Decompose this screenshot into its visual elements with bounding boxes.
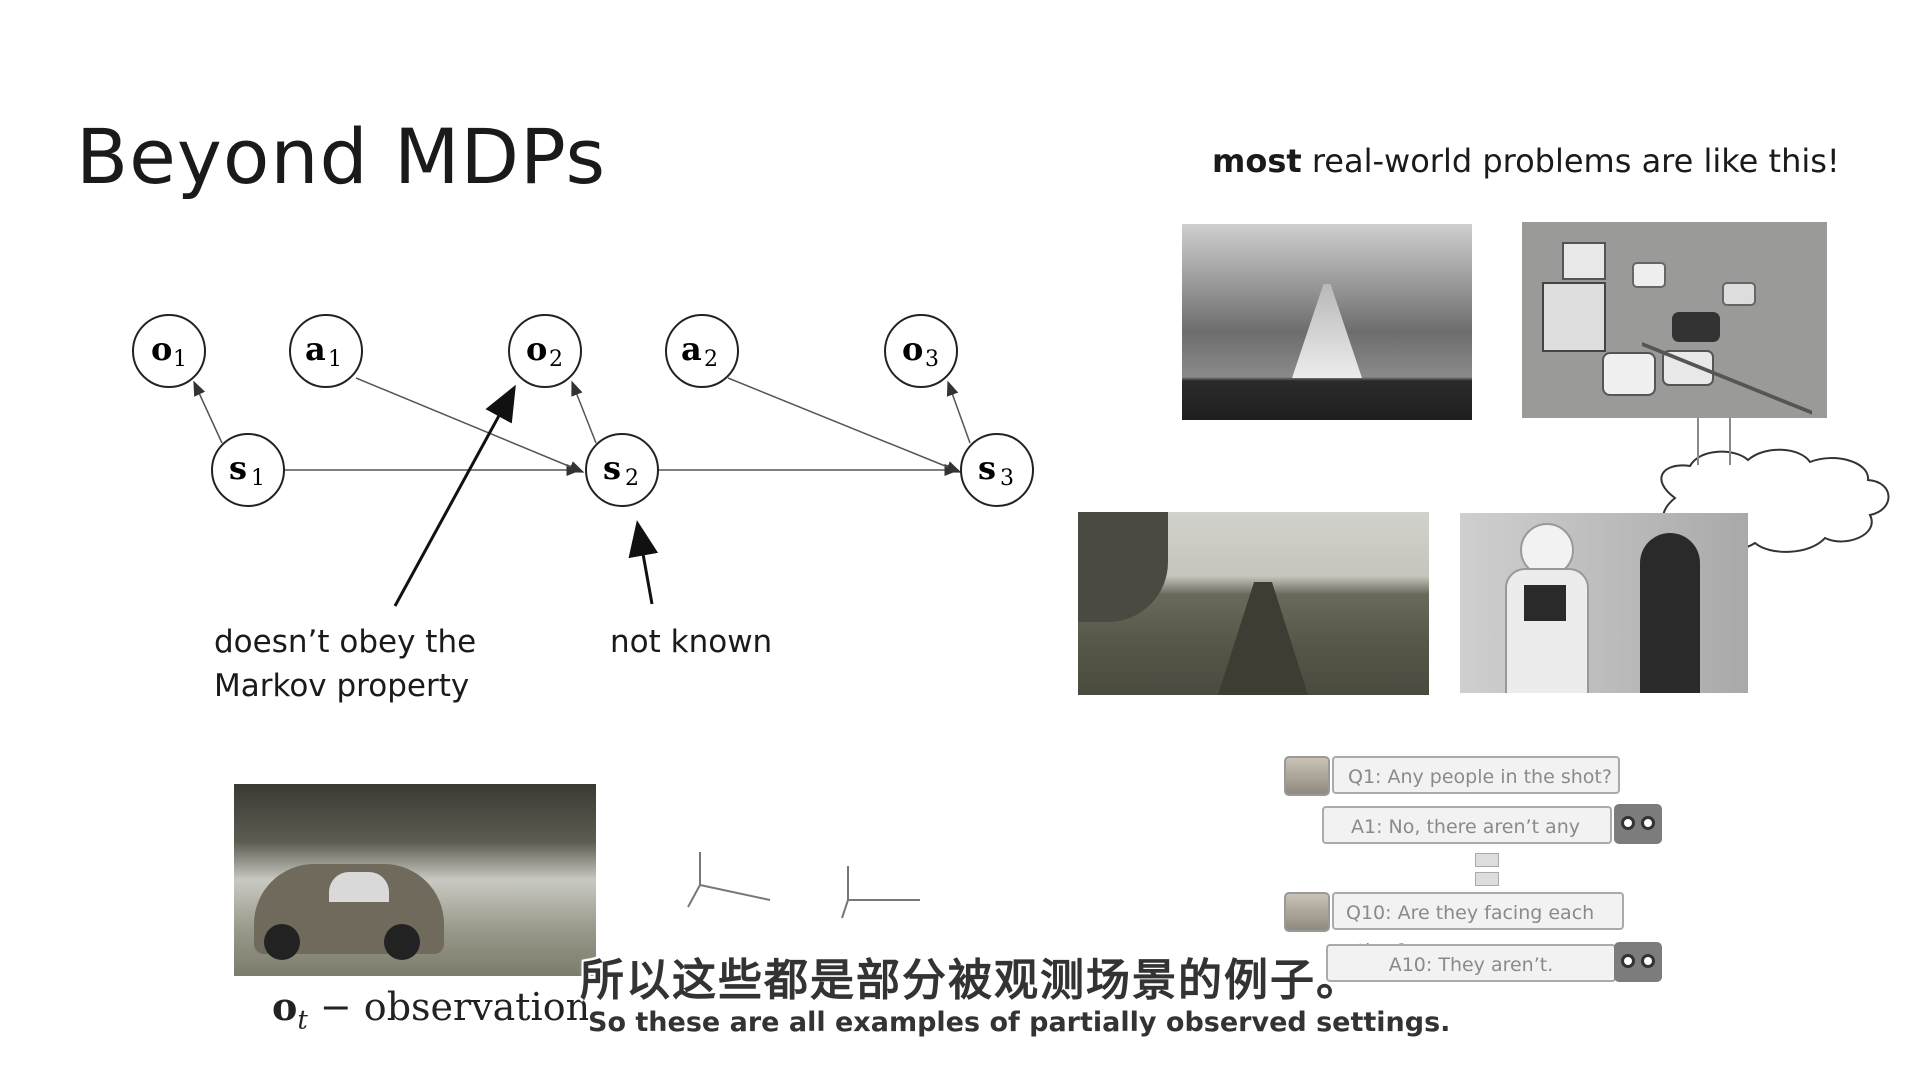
robot-icon [1614,804,1662,844]
node-s2: s2 [585,433,659,507]
node-s1: s1 [211,433,285,507]
subtitle-english: So these are all examples of partially o… [588,1007,1451,1038]
node-o3: o3 [884,314,958,388]
highway-photo [1522,222,1827,418]
node-s3: s3 [960,433,1034,507]
dialog-a1: A1: No, there aren’t any [1322,806,1612,844]
svg-text:s: s [229,449,247,487]
svg-text:2: 2 [704,347,718,372]
observation-sub: t [297,1005,308,1036]
observation-caption: ot − observation [272,984,590,1036]
edge-s2-o2 [571,380,597,444]
human-icon [1284,756,1330,796]
observation-text: − observation [307,985,591,1029]
robot-icon [1614,942,1662,982]
svg-text:2: 2 [549,347,563,372]
svg-text:3: 3 [1000,466,1014,491]
svg-text:1: 1 [251,466,265,491]
svg-text:1: 1 [173,347,187,372]
annotation-not-known: not known [610,624,773,660]
svg-text:o: o [151,330,172,368]
dialog-a10: A10: They aren’t. [1326,944,1616,982]
dialog-q10: Q10: Are they facing each other? [1332,892,1624,962]
svg-text:o: o [526,330,547,368]
human-icon [1284,892,1330,932]
observation-symbol: o [272,984,298,1029]
node-a2: a2 [665,314,739,388]
ellipsis-dot [1475,872,1499,886]
svg-text:3: 3 [925,347,939,372]
svg-text:1: 1 [328,347,342,372]
field-photo [1078,512,1429,695]
markov-arrow [393,384,516,607]
ellipsis-dot [1475,853,1499,867]
svg-text:o: o [902,330,923,368]
edge-a2-s3 [727,377,962,473]
dialog-q1: Q1: Any people in the shot? [1332,756,1620,794]
svg-text:s: s [603,449,621,487]
subtitle-chinese: 所以这些都是部分被观测场景的例子。 [580,955,1362,1006]
svg-text:a: a [305,330,326,368]
annotation-markov: doesn’t obey the Markov property [214,620,476,708]
car-photo [234,784,596,976]
not-known-arrow [628,520,659,605]
edge-s1-o1 [193,380,223,444]
axes-icon [687,852,920,919]
annotation-markov-line1: doesn’t obey the [214,624,477,660]
road-photo [1182,224,1472,420]
robot-photo [1460,513,1748,693]
svg-text:a: a [681,330,702,368]
edge-a1-s2 [355,377,585,473]
annotation-markov-line2: Markov property [214,668,470,704]
node-o2: o2 [508,314,582,388]
edge-s3-o3 [946,380,971,444]
node-a1: a1 [289,314,363,388]
svg-text:2: 2 [625,466,639,491]
node-o1: o1 [132,314,206,388]
svg-text:s: s [978,449,996,487]
